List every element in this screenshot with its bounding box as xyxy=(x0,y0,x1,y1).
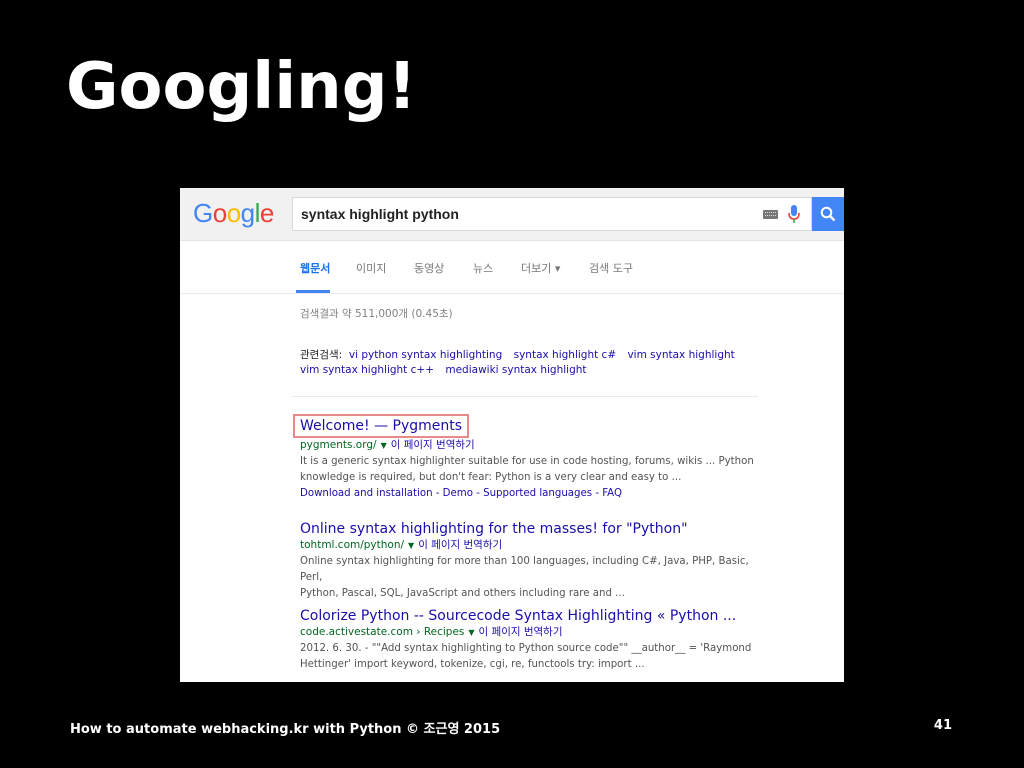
search-box xyxy=(292,197,812,231)
active-tab-indicator xyxy=(296,290,330,293)
result-title-link[interactable]: Welcome! — Pygments xyxy=(293,414,470,438)
logo-letter: G xyxy=(193,198,213,228)
related-link[interactable]: vi python syntax highlighting xyxy=(349,349,502,361)
translate-link[interactable]: 이 페이지 번역하기 xyxy=(418,539,502,551)
tab-more[interactable]: 더보기 ▾ xyxy=(521,260,560,276)
related-link[interactable]: mediawiki syntax highlight xyxy=(445,364,586,376)
result-url-row: tohtml.com/python/ ▼ 이 페이지 번역하기 xyxy=(300,538,770,553)
translate-link[interactable]: 이 페이지 번역하기 xyxy=(479,626,563,638)
search-result: Online syntax highlighting for the masse… xyxy=(300,520,770,602)
logo-letter: o xyxy=(212,198,227,228)
snippet-line: Hettinger' import keyword, tokenize, cgi… xyxy=(300,659,645,670)
keyboard-icon[interactable] xyxy=(763,210,778,219)
result-url[interactable]: tohtml.com/python/ xyxy=(300,539,404,551)
google-logo[interactable]: Google xyxy=(193,198,274,229)
tab-news[interactable]: 뉴스 xyxy=(473,260,493,276)
translate-link[interactable]: 이 페이지 번역하기 xyxy=(391,439,475,451)
tab-search-tools[interactable]: 검색 도구 xyxy=(589,260,633,276)
snippet-line: knowledge is required, but don't fear: P… xyxy=(300,472,682,483)
result-title-link[interactable]: Online syntax highlighting for the masse… xyxy=(300,520,770,538)
url-dropdown-icon[interactable]: ▼ xyxy=(468,628,474,637)
related-link[interactable]: syntax highlight c# xyxy=(514,349,617,361)
search-result: Colorize Python -- Sourcecode Syntax Hig… xyxy=(300,607,770,673)
tab-images[interactable]: 이미지 xyxy=(356,260,386,276)
result-snippet: Online syntax highlighting for more than… xyxy=(300,554,770,602)
related-label: 관련검색: xyxy=(300,349,343,361)
page-number: 41 xyxy=(933,718,952,733)
result-url[interactable]: code.activestate.com xyxy=(300,626,413,638)
slide-title: Googling! xyxy=(66,50,417,124)
breadcrumb[interactable]: › Recipes xyxy=(416,626,464,638)
search-tabs: 웹문서 이미지 동영상 뉴스 더보기 ▾ 검색 도구 xyxy=(180,241,844,294)
snippet-line: Python, Pascal, SQL, JavaScript and othe… xyxy=(300,588,625,599)
search-icon xyxy=(820,206,836,222)
url-dropdown-icon[interactable]: ▼ xyxy=(408,541,414,550)
logo-letter: o xyxy=(226,198,241,228)
related-link[interactable]: vim syntax highlight xyxy=(627,349,734,361)
url-dropdown-icon[interactable]: ▼ xyxy=(381,441,387,450)
result-sitelinks[interactable]: Download and installation - Demo - Suppo… xyxy=(300,486,770,502)
result-title-link[interactable]: Colorize Python -- Sourcecode Syntax Hig… xyxy=(300,607,770,625)
result-url-row: pygments.org/ ▼ 이 페이지 번역하기 xyxy=(300,438,770,453)
result-stats: 검색결과 약 511,000개 (0.45초) xyxy=(300,308,453,320)
result-url[interactable]: pygments.org/ xyxy=(300,439,377,451)
divider xyxy=(292,396,758,397)
snippet-line: 2012. 6. 30. - ""Add syntax highlighting… xyxy=(300,643,752,654)
related-link[interactable]: vim syntax highlight c++ xyxy=(300,364,434,376)
microphone-icon[interactable] xyxy=(787,204,801,224)
result-snippet: It is a generic syntax highlighter suita… xyxy=(300,454,770,486)
related-searches: 관련검색: vi python syntax highlighting synt… xyxy=(300,348,760,378)
logo-letter: e xyxy=(259,198,274,228)
tab-web[interactable]: 웹문서 xyxy=(300,260,330,276)
search-button[interactable] xyxy=(812,197,844,231)
google-search-screenshot: Google 웹문서 이미지 동영상 뉴스 더보기 ▾ 검색 도구 검색결과 약… xyxy=(180,188,844,682)
result-snippet: 2012. 6. 30. - ""Add syntax highlighting… xyxy=(300,641,770,673)
logo-letter: g xyxy=(240,198,255,228)
search-result: Welcome! — Pygments pygments.org/ ▼ 이 페이지 … xyxy=(293,414,770,502)
google-header: Google xyxy=(180,188,844,241)
snippet-line: Online syntax highlighting for more than… xyxy=(300,556,749,583)
result-url-row: code.activestate.com › Recipes ▼ 이 페이지 번역하… xyxy=(300,625,770,640)
search-input[interactable] xyxy=(301,198,741,230)
snippet-line: It is a generic syntax highlighter suita… xyxy=(300,456,754,467)
tab-videos[interactable]: 동영상 xyxy=(414,260,444,276)
slide-footer: How to automate webhacking.kr with Pytho… xyxy=(70,722,501,737)
